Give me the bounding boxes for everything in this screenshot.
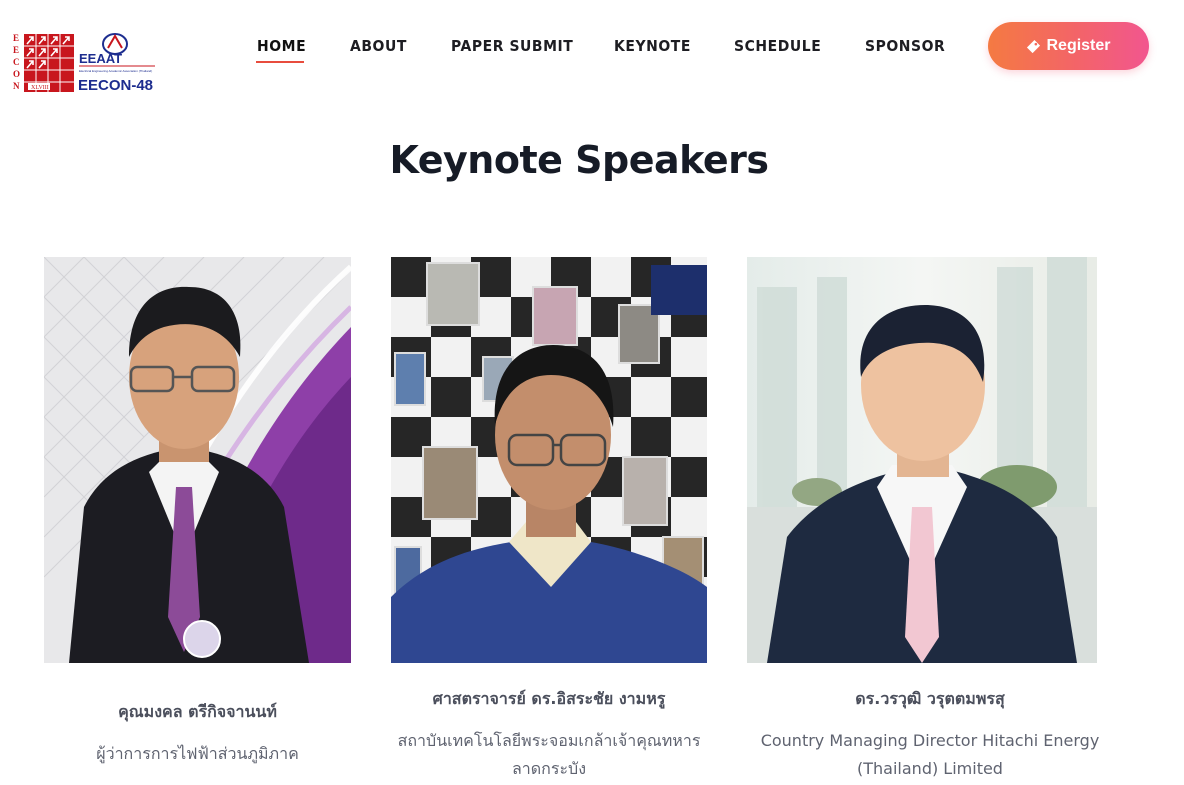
speaker-role-1: ผู้ว่าการการไฟฟ้าส่วนภูมิภาค [44, 740, 351, 768]
speaker-photo-2 [391, 257, 707, 663]
svg-text:E: E [13, 33, 19, 43]
nav-active-indicator [256, 61, 304, 63]
register-button[interactable]: Register [988, 22, 1149, 70]
logo-sub-text: XLVIII [31, 85, 49, 91]
nav-schedule[interactable]: SCHEDULE [734, 37, 821, 55]
speaker-role-1-line-1: ผู้ว่าการการไฟฟ้าส่วนภูมิภาค [96, 744, 299, 763]
svg-text:N: N [13, 81, 20, 91]
site-logo[interactable]: EEC ON XLVIII EEAAT Electrical Engineeri… [12, 30, 157, 96]
speaker-name-1: คุณมงคล ตรีกิจจานนท์ [118, 702, 277, 721]
page-title: Keynote Speakers [389, 138, 769, 182]
speaker-name-3: ดร.วรวุฒิ วรุตตมพรสุ [855, 689, 1005, 708]
speaker-role-3-line-2: (Thailand) Limited [857, 759, 1003, 778]
speaker-role-2-line-1: สถาบันเทคโนโลยีพระจอมเกล้าเจ้าคุณทหาร [397, 731, 701, 750]
nav-keynote[interactable]: KEYNOTE [614, 37, 691, 55]
svg-text:E: E [13, 45, 19, 55]
speaker-role-2: สถาบันเทคโนโลยีพระจอมเกล้าเจ้าคุณทหาร ลา… [391, 727, 707, 783]
ticket-icon [1027, 39, 1041, 53]
svg-text:O: O [13, 69, 20, 79]
nav-home[interactable]: HOME [257, 37, 306, 55]
logo-mark-text: EEAAT [79, 51, 122, 66]
speaker-name-2: ศาสตราจารย์ ดร.อิสระชัย งามหรู [432, 689, 666, 708]
speaker-role-3: Country Managing Director Hitachi Energy… [747, 727, 1113, 783]
speaker-photo-3 [747, 257, 1097, 663]
logo-tag-text: Electrical Engineering Academic Associat… [79, 69, 152, 73]
nav-sponsor[interactable]: SPONSOR [865, 37, 945, 55]
logo-name-text: EECON-48 [78, 77, 153, 94]
nav-paper-submit[interactable]: PAPER SUBMIT [451, 37, 573, 55]
site-header: EEC ON XLVIII EEAAT Electrical Engineeri… [0, 0, 1184, 95]
svg-text:C: C [13, 57, 20, 67]
register-label: Register [1046, 37, 1111, 54]
speaker-role-3-line-1: Country Managing Director Hitachi Energy [760, 731, 1100, 750]
speaker-role-2-line-2: ลาดกระบัง [511, 759, 587, 778]
speaker-photo-1 [44, 257, 351, 663]
nav-about[interactable]: ABOUT [350, 37, 407, 55]
